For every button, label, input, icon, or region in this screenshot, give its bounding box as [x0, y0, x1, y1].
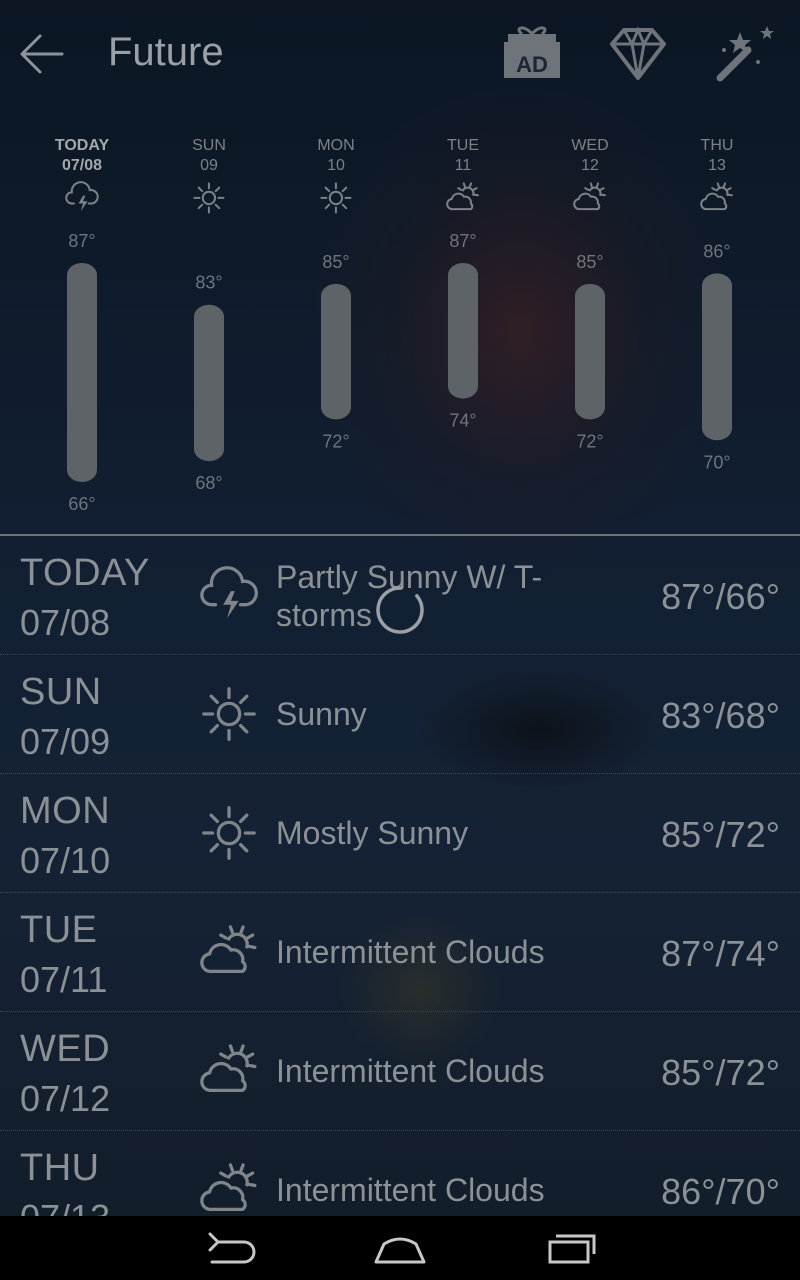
system-navigation-bar — [0, 1216, 800, 1280]
chart-low-label: 66° — [68, 494, 95, 514]
thunderstorm-icon — [200, 566, 258, 619]
magic-wand-button[interactable] — [712, 22, 776, 86]
partly-cloudy-icon — [700, 182, 733, 211]
chart-day-label: TUE — [447, 137, 479, 154]
forecast-date: 07/09 — [20, 721, 111, 762]
chart-canvas: TODAY 07/08 87° 66° SUN 09 83° 68° MON 10 85° 72° T… — [55, 137, 734, 514]
nav-back-button[interactable] — [190, 1224, 270, 1272]
forecast-row[interactable]: SUN 07/09 Sunny 83°/68° — [0, 655, 800, 774]
arrow-left-icon — [20, 34, 64, 74]
partly-cloudy-icon — [446, 182, 479, 211]
chart-high-label: 83° — [195, 273, 222, 293]
svg-text:AD: AD — [516, 52, 548, 77]
magic-wand-icon — [716, 26, 774, 82]
chart-date-label: 07/08 — [62, 157, 102, 174]
forecast-temperature: 83°/68° — [661, 695, 780, 736]
sun-icon — [320, 182, 352, 214]
forecast-list[interactable]: TODAY 07/08 Partly Sunny W/ T-storms 87°/6… — [0, 536, 800, 1216]
nav-recents-icon — [548, 1234, 596, 1264]
chart-low-label: 72° — [322, 431, 349, 451]
chart-day-label: THU — [701, 137, 734, 154]
chart-date-label: 10 — [327, 157, 345, 174]
forecast-description: Intermittent Clouds — [276, 1172, 545, 1208]
partly-cloudy-icon — [200, 1163, 257, 1212]
temperature-range-bar — [448, 263, 478, 399]
action-bar: Future AD — [0, 0, 800, 110]
chart-date-label: 09 — [200, 157, 218, 174]
partly-cloudy-icon — [573, 182, 606, 211]
temperature-range-bar — [321, 283, 351, 420]
thunderstorm-icon — [65, 181, 99, 212]
forecast-day: TUE — [20, 909, 98, 951]
chart-low-label: 70° — [703, 452, 730, 472]
forecast-date: 07/13 — [20, 1197, 110, 1216]
forecast-description: Mostly Sunny — [276, 815, 469, 851]
chart-low-label: 74° — [449, 411, 476, 431]
forecast-description: Intermittent Clouds — [276, 934, 545, 970]
forecast-description: Intermittent Clouds — [276, 1053, 545, 1089]
forecast-day: SUN — [20, 671, 102, 713]
partly-cloudy-icon — [200, 925, 257, 974]
chart-date-label: 11 — [455, 157, 472, 174]
forecast-day: THU — [20, 1147, 100, 1189]
temperature-range-bar — [702, 273, 732, 441]
chart-date-label: 12 — [581, 157, 599, 174]
nav-home-icon — [374, 1237, 426, 1264]
forecast-temperature: 85°/72° — [661, 1052, 780, 1093]
forecast-day: MON — [20, 790, 111, 832]
temperature-range-bar — [575, 283, 605, 420]
chart-day-label: SUN — [192, 137, 226, 154]
nav-back-icon — [208, 1232, 256, 1264]
ad-gift-icon: AD — [504, 26, 560, 78]
chart-high-label: 85° — [576, 252, 603, 272]
chart-date-label: 13 — [708, 157, 726, 174]
temperature-range-chart: TODAY 07/08 87° 66° SUN 09 83° 68° MON 10 85° 72° T… — [0, 120, 800, 530]
chart-day-label: TODAY — [55, 137, 110, 154]
page-title: Future — [108, 30, 224, 74]
nav-home-button[interactable] — [360, 1224, 440, 1272]
diamond-icon — [610, 26, 666, 80]
nav-recents-button[interactable] — [532, 1224, 612, 1272]
forecast-temperature: 87°/66° — [661, 576, 780, 617]
forecast-row[interactable]: TUE 07/11 Intermittent Clouds 87°/74° — [0, 893, 800, 1012]
chart-low-label: 72° — [576, 431, 603, 451]
forecast-temperature: 85°/72° — [661, 814, 780, 855]
sun-icon — [202, 687, 256, 741]
chart-high-label: 86° — [703, 241, 730, 261]
back-button[interactable] — [14, 24, 70, 80]
sun-icon — [193, 182, 225, 214]
partly-cloudy-icon — [200, 1044, 257, 1093]
forecast-temperature: 86°/70° — [661, 1171, 780, 1212]
temperature-range-bar — [194, 304, 224, 462]
loading-spinner — [374, 584, 426, 636]
chart-day-label: WED — [571, 137, 608, 154]
chart-low-label: 68° — [195, 473, 222, 493]
forecast-date: 07/08 — [20, 602, 111, 643]
chart-high-label: 87° — [68, 231, 95, 251]
forecast-row[interactable]: THU 07/13 Intermittent Clouds 86°/70° — [0, 1131, 800, 1216]
forecast-row[interactable]: WED 07/12 Intermittent Clouds 85°/72° — [0, 1012, 800, 1131]
chart-high-label: 85° — [322, 252, 349, 272]
sun-icon — [202, 806, 256, 860]
forecast-row[interactable]: MON 07/10 Mostly Sunny 85°/72° — [0, 774, 800, 893]
forecast-description: Sunny — [276, 696, 367, 732]
temperature-range-bar — [67, 263, 97, 482]
chart-day-label: MON — [317, 137, 354, 154]
forecast-date: 07/11 — [20, 959, 108, 1000]
forecast-day: TODAY — [20, 552, 150, 594]
forecast-temperature: 87°/74° — [661, 933, 780, 974]
forecast-date: 07/12 — [20, 1078, 111, 1119]
diamond-button[interactable] — [606, 22, 670, 86]
ad-gift-button[interactable]: AD — [500, 22, 564, 86]
forecast-day: WED — [20, 1028, 111, 1070]
chart-high-label: 87° — [449, 231, 476, 251]
forecast-date: 07/10 — [20, 840, 111, 881]
loading-spinner-icon — [376, 586, 424, 634]
forecast-description: Partly Sunny W/ T-storms — [276, 559, 543, 633]
